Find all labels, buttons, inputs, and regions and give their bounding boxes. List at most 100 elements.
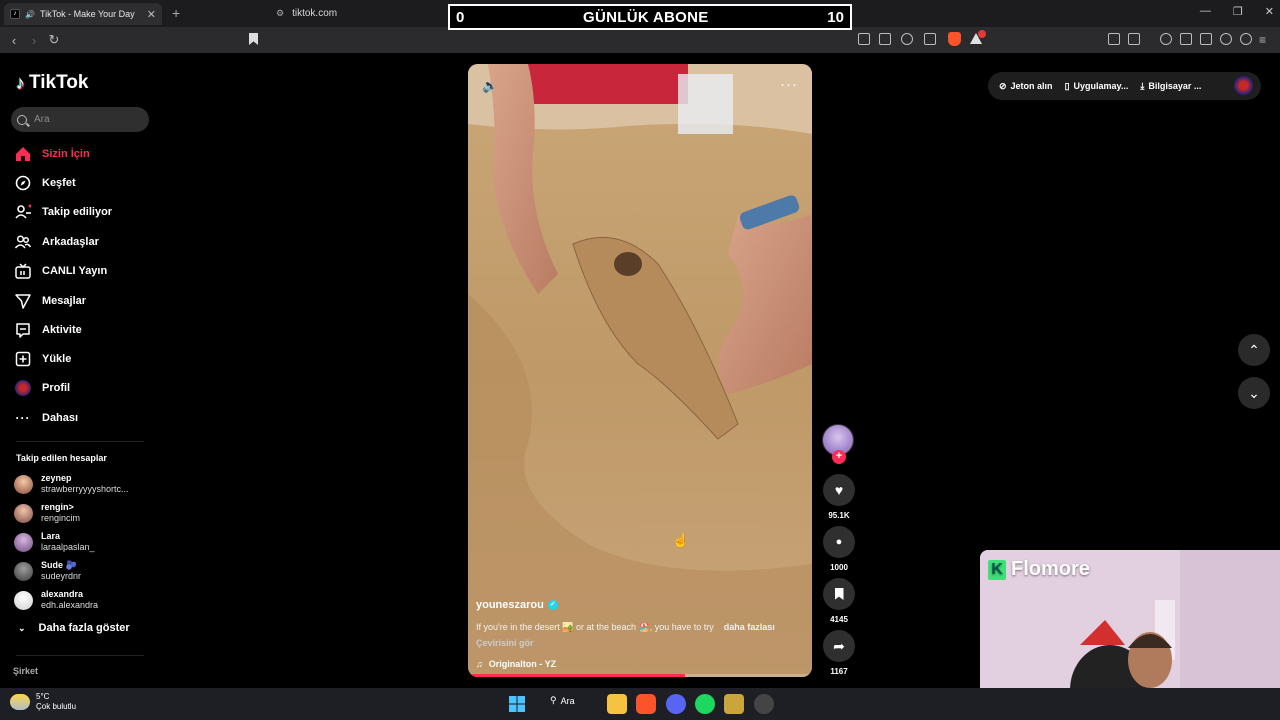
account-name: Sude 🫐: [41, 560, 77, 570]
menu-icon[interactable]: ≡: [1259, 33, 1266, 47]
nav-explore[interactable]: Keşfet: [14, 172, 154, 194]
weather-text: Çok bulutlu: [36, 702, 77, 711]
sidebar-icon[interactable]: [1180, 33, 1192, 45]
leo-ai-icon[interactable]: [1220, 33, 1232, 45]
translate-icon[interactable]: [901, 33, 913, 45]
show-more-link[interactable]: daha fazlası: [724, 622, 775, 633]
comment-button[interactable]: ●: [823, 526, 855, 558]
get-coins-button[interactable]: ⊘ Jeton alın: [999, 81, 1053, 92]
avatar: [14, 503, 33, 523]
no-video-icon[interactable]: [858, 33, 870, 45]
browser-tab[interactable]: ♪ 🔊 TikTok - Make Your Day ✕: [4, 3, 162, 25]
coins-label: Jeton alın: [1010, 81, 1053, 91]
back-icon[interactable]: ‹: [4, 33, 24, 48]
nav-friends[interactable]: Arkadaşlar: [14, 231, 154, 253]
tab-close-icon[interactable]: ✕: [147, 8, 156, 21]
nav-upload[interactable]: Yükle: [14, 348, 154, 370]
nav-label: Aktivite: [42, 324, 82, 336]
speaker-icon[interactable]: 🔊: [25, 10, 35, 19]
like-button[interactable]: ♥: [823, 474, 855, 506]
flomore-logo: K Flomore: [988, 558, 1090, 581]
followed-account[interactable]: Lara laraalpaslan_: [14, 529, 95, 555]
weather-widget[interactable]: 5°C Çok bulutlu: [10, 692, 76, 712]
video-author[interactable]: youneszarou ✓: [476, 599, 806, 611]
site-settings-icon[interactable]: ⚙: [276, 8, 284, 19]
previous-video-button[interactable]: ⌃: [1238, 334, 1270, 366]
search-input[interactable]: [34, 114, 134, 125]
obs-icon[interactable]: [754, 694, 774, 714]
file-explorer-icon[interactable]: [607, 694, 627, 714]
search-icon: [17, 114, 27, 125]
nav-profile[interactable]: Profil: [14, 377, 154, 399]
save-count: 4145: [830, 615, 848, 624]
nav-for-you[interactable]: Sizin İçin: [14, 143, 154, 165]
reload-icon[interactable]: ↻: [44, 32, 64, 48]
nav-following[interactable]: Takip ediliyor: [14, 201, 154, 223]
maximize-icon[interactable]: ❐: [1233, 5, 1243, 18]
nav-label: Yükle: [42, 353, 72, 365]
spotify-icon[interactable]: [695, 694, 715, 714]
volume-icon[interactable]: 🔈: [482, 78, 498, 94]
show-more-button[interactable]: ⌄ Daha fazla göster: [18, 622, 130, 634]
media-icon[interactable]: [1160, 33, 1172, 45]
video-progress-bar[interactable]: [468, 674, 812, 677]
upload-plus-icon: [14, 350, 32, 368]
video-player[interactable]: 🔈 ··· youneszarou ✓ If you're in the des…: [468, 64, 812, 677]
top-actions-bar: ⊘ Jeton alın ▯ Uygulamay... ⤓ Bilgisayar ..…: [988, 72, 1261, 100]
taskbar-search-label: Ara: [560, 695, 575, 706]
browser-toolbar: ‹ › ↻: [0, 27, 1280, 53]
nav-messages[interactable]: Mesajlar: [14, 290, 154, 312]
like-count: 95.1K: [828, 511, 850, 520]
avatar: [14, 532, 33, 552]
extensions-icon[interactable]: [1108, 33, 1120, 45]
video-more-options-icon[interactable]: ···: [780, 76, 798, 93]
desktop-label: Bilgisayar ...: [1148, 81, 1202, 91]
nav-label: Dahası: [42, 412, 79, 424]
music-info[interactable]: ♫ Originalton - YZ: [476, 659, 806, 669]
new-tab-button[interactable]: +: [172, 5, 180, 21]
followed-account[interactable]: rengin> rengincim: [14, 500, 80, 526]
app-icon[interactable]: [724, 694, 744, 714]
get-app-button[interactable]: ▯ Uygulamay...: [1065, 81, 1129, 92]
account-handle: edh.alexandra: [41, 600, 99, 610]
temperature: 5°C: [36, 692, 50, 701]
next-video-button[interactable]: ⌄: [1238, 377, 1270, 409]
forward-icon[interactable]: ›: [24, 33, 44, 48]
vpn-icon[interactable]: [1240, 33, 1252, 45]
verified-badge-icon: ✓: [547, 600, 558, 610]
video-description: If you're in the desert 🏜️ or at the bea…: [476, 622, 806, 633]
account-handle: strawberryyyyshortc...: [41, 484, 129, 494]
brave-shields-icon[interactable]: [948, 32, 961, 46]
translate-link[interactable]: Çevirisini gör: [476, 638, 806, 648]
wallet-icon[interactable]: [1200, 33, 1212, 45]
nav-activity[interactable]: Aktivite: [14, 319, 154, 341]
share-button[interactable]: ➦: [823, 630, 855, 662]
music-note-icon: ♫: [476, 659, 483, 669]
compass-icon: [14, 174, 32, 192]
followed-account[interactable]: zeynep strawberryyyyshortc...: [14, 471, 129, 497]
home-icon: [14, 145, 32, 163]
taskbar-search[interactable]: ⚲ Ara: [550, 695, 575, 706]
minimize-icon[interactable]: —: [1200, 5, 1211, 18]
brave-browser-icon[interactable]: [636, 694, 656, 714]
flomore-k-icon: K: [988, 559, 1006, 580]
windows-start-icon[interactable]: [507, 694, 527, 714]
discord-icon[interactable]: [666, 694, 686, 714]
save-button[interactable]: [823, 578, 855, 610]
tiktok-logo[interactable]: ♪ TikTok: [16, 72, 88, 94]
followed-account[interactable]: Sude 🫐 sudeyrdnr: [14, 558, 81, 584]
follow-plus-icon[interactable]: +: [832, 450, 846, 464]
cast-icon[interactable]: [879, 33, 891, 45]
nav-more[interactable]: ··· Dahası: [14, 407, 154, 429]
heart-icon: ♥: [834, 482, 844, 498]
window-close-icon[interactable]: ✕: [1265, 5, 1274, 18]
screenshot-icon[interactable]: [1128, 33, 1140, 45]
desktop-app-button[interactable]: ⤓ Bilgisayar ...: [1140, 81, 1201, 92]
search-box[interactable]: [11, 107, 149, 132]
followed-account[interactable]: alexandra edh.alexandra: [14, 587, 98, 613]
nav-live[interactable]: CANLI Yayın: [14, 260, 154, 282]
user-avatar[interactable]: [1234, 76, 1253, 95]
account-name: zeynep: [41, 473, 72, 483]
share-icon[interactable]: [924, 33, 936, 45]
tiktok-note-icon: ♪: [16, 72, 25, 93]
